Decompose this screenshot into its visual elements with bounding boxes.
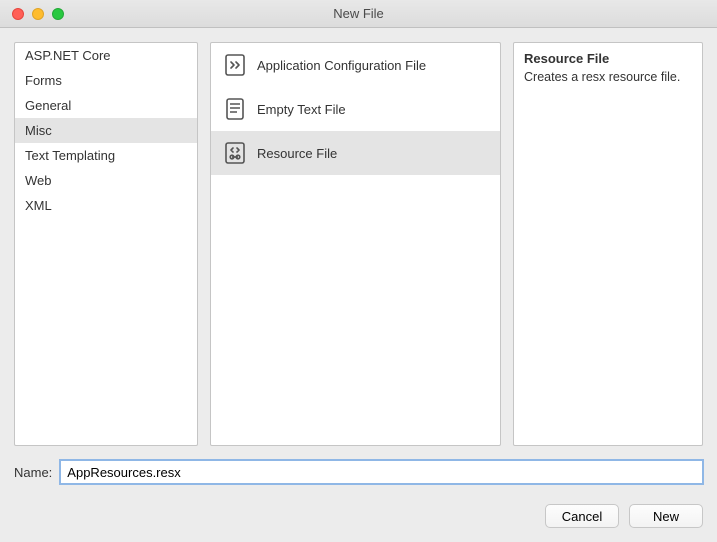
textfile-icon xyxy=(223,97,247,121)
dialog-content: ASP.NET Core Forms General Misc Text Templat… xyxy=(0,28,717,542)
category-item[interactable]: General xyxy=(15,93,197,118)
template-label: Resource File xyxy=(257,146,337,161)
window-title: New File xyxy=(0,6,717,21)
category-label: ASP.NET Core xyxy=(25,48,111,63)
resource-icon xyxy=(223,141,247,165)
name-row: Name: xyxy=(14,460,703,484)
button-row: Cancel New xyxy=(14,504,703,532)
name-input[interactable] xyxy=(60,460,703,484)
cancel-button[interactable]: Cancel xyxy=(545,504,619,528)
new-button[interactable]: New xyxy=(629,504,703,528)
panels-row: ASP.NET Core Forms General Misc Text Templat… xyxy=(14,42,703,446)
category-item[interactable]: ASP.NET Core xyxy=(15,43,197,68)
maximize-window-button[interactable] xyxy=(52,8,64,20)
name-label: Name: xyxy=(14,465,52,480)
traffic-lights xyxy=(0,8,64,20)
category-list[interactable]: ASP.NET Core Forms General Misc Text Templat… xyxy=(14,42,198,446)
close-window-button[interactable] xyxy=(12,8,24,20)
category-label: Misc xyxy=(25,123,52,138)
category-label: XML xyxy=(25,198,52,213)
template-label: Empty Text File xyxy=(257,102,346,117)
template-item[interactable]: Resource File xyxy=(211,131,500,175)
category-label: Web xyxy=(25,173,52,188)
category-label: Text Templating xyxy=(25,148,115,163)
category-item[interactable]: Text Templating xyxy=(15,143,197,168)
category-label: General xyxy=(25,98,71,113)
category-item[interactable]: XML xyxy=(15,193,197,218)
category-item[interactable]: Misc xyxy=(15,118,197,143)
description-title: Resource File xyxy=(524,51,692,66)
category-label: Forms xyxy=(25,73,62,88)
description-panel: Resource File Creates a resx resource fi… xyxy=(513,42,703,446)
template-item[interactable]: Empty Text File xyxy=(211,87,500,131)
template-item[interactable]: Application Configuration File xyxy=(211,43,500,87)
template-label: Application Configuration File xyxy=(257,58,426,73)
titlebar: New File xyxy=(0,0,717,28)
minimize-window-button[interactable] xyxy=(32,8,44,20)
template-list[interactable]: Application Configuration File Empty Text… xyxy=(210,42,501,446)
config-icon xyxy=(223,53,247,77)
category-item[interactable]: Forms xyxy=(15,68,197,93)
category-item[interactable]: Web xyxy=(15,168,197,193)
description-body: Creates a resx resource file. xyxy=(524,70,692,84)
